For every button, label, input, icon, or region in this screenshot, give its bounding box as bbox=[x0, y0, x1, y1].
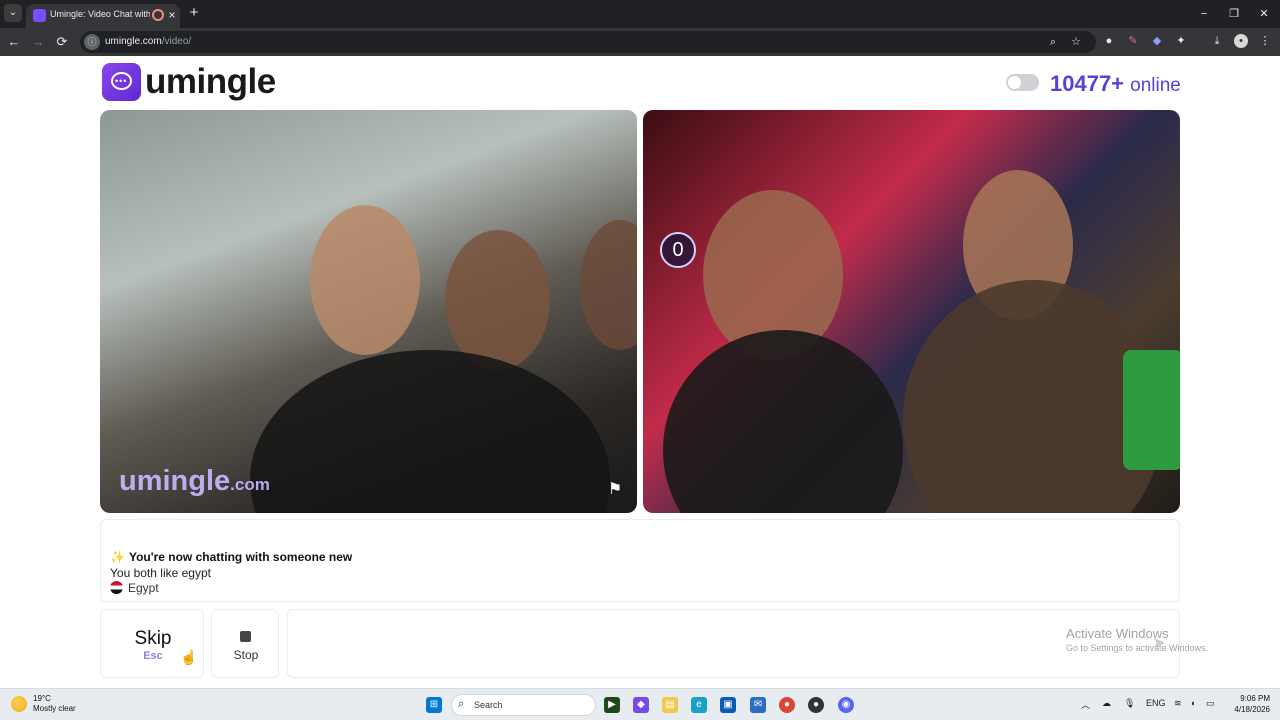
close-window-button[interactable]: ✕ bbox=[1256, 6, 1272, 22]
logo-text: umingle bbox=[145, 62, 276, 101]
extension-pen-icon[interactable]: ✎ bbox=[1126, 34, 1140, 48]
tab-search-icon[interactable]: ⌄ bbox=[4, 4, 22, 22]
extensions-puzzle-icon[interactable]: ✦ bbox=[1174, 34, 1188, 48]
extension-record-icon[interactable]: ● bbox=[1102, 34, 1116, 48]
taskbar-search[interactable]: ⌕ Search bbox=[451, 694, 596, 716]
recording-indicator-icon bbox=[152, 9, 164, 21]
self-video: 0 bbox=[643, 110, 1180, 513]
skip-button[interactable]: Skip Esc bbox=[100, 609, 204, 678]
new-tab-button[interactable]: + bbox=[186, 5, 202, 21]
online-count: 10477+ bbox=[1050, 71, 1125, 96]
toggle-knob bbox=[1008, 76, 1021, 89]
skip-label: Skip bbox=[134, 628, 172, 649]
umingle-watermark: umingle.com bbox=[119, 465, 270, 497]
snack-bag bbox=[1123, 350, 1180, 470]
start-icon[interactable]: ⊞ bbox=[426, 697, 442, 713]
person-body bbox=[250, 350, 610, 513]
site-info-icon[interactable]: ⓘ bbox=[84, 34, 100, 50]
bookmark-star-icon[interactable]: ☆ bbox=[1069, 35, 1083, 49]
person-face bbox=[445, 230, 550, 370]
stop-label: Stop bbox=[233, 648, 259, 662]
sparkle-icon: ✨ bbox=[110, 550, 125, 564]
profile-avatar[interactable]: • bbox=[1234, 34, 1248, 48]
address-bar[interactable]: ⓘ umingle.com/video/ ⌕ ☆ bbox=[80, 31, 1096, 53]
discord-icon[interactable]: ◉ bbox=[838, 697, 854, 713]
reload-button[interactable]: ⟳ bbox=[54, 34, 70, 50]
person-face bbox=[580, 220, 637, 350]
forward-button[interactable]: → bbox=[30, 34, 46, 50]
weather-widget[interactable]: 19°C Mostly clear bbox=[33, 694, 76, 714]
stream-counter-badge: 0 bbox=[660, 232, 696, 268]
stop-button[interactable]: Stop bbox=[211, 609, 279, 678]
system-clock[interactable]: 9:06 PM 4/18/2026 bbox=[1226, 693, 1270, 715]
browser-menu-icon[interactable]: ⋮ bbox=[1258, 34, 1272, 48]
tab-close-icon[interactable]: × bbox=[166, 7, 178, 23]
partner-country: Egypt bbox=[110, 581, 159, 595]
browser-tab-umingle[interactable]: Umingle: Video Chat with S × bbox=[26, 4, 180, 28]
umingle-page: ••• umingle 10477+ online umingle.com ⚑ … bbox=[0, 57, 1280, 688]
chat-bubble-logo-icon: ••• bbox=[102, 63, 141, 101]
onedrive-icon[interactable]: ☁ bbox=[1102, 698, 1111, 709]
browser-tab-bar: ⌄ Umingle: Video Chat with S × + − ❐ ✕ bbox=[0, 0, 1280, 28]
online-counter: 10477+ online bbox=[1050, 71, 1181, 97]
chrome-icon[interactable]: ● bbox=[779, 697, 795, 713]
downloads-icon[interactable]: ⤓ bbox=[1210, 34, 1224, 48]
maximize-button[interactable]: ❐ bbox=[1226, 6, 1242, 22]
egypt-flag-icon bbox=[110, 581, 123, 594]
stranger-video: umingle.com ⚑ bbox=[100, 110, 637, 513]
theme-toggle[interactable] bbox=[1006, 74, 1039, 91]
system-message-common-interest: You both like egypt bbox=[110, 566, 211, 580]
umingle-favicon-icon bbox=[33, 9, 46, 22]
app-icon[interactable]: ✉ bbox=[750, 697, 766, 713]
chat-messages: ✨ You're now chatting with someone new Yo… bbox=[100, 519, 1180, 602]
app-icon[interactable]: ◆ bbox=[633, 697, 649, 713]
language-indicator[interactable]: ENG bbox=[1146, 698, 1166, 708]
system-message-new-chat: ✨ You're now chatting with someone new bbox=[110, 550, 353, 564]
browser-toolbar: ← → ⟳ ⓘ umingle.com/video/ ⌕ ☆ ● ✎ ◆ ✦ ⤓… bbox=[0, 28, 1280, 56]
stop-icon bbox=[240, 631, 251, 642]
extension-shield-icon[interactable]: ◆ bbox=[1150, 34, 1164, 48]
search-icon: ⌕ bbox=[458, 698, 465, 710]
app-icon[interactable]: ▶ bbox=[604, 697, 620, 713]
activate-windows-watermark: Activate Windows Go to Settings to activ… bbox=[1066, 626, 1209, 653]
person-face bbox=[310, 205, 420, 355]
store-icon[interactable]: ▣ bbox=[720, 697, 736, 713]
minimize-button[interactable]: − bbox=[1196, 6, 1212, 22]
online-label: online bbox=[1130, 75, 1181, 96]
edge-icon[interactable]: e bbox=[691, 697, 707, 713]
weather-icon[interactable] bbox=[11, 696, 27, 712]
report-flag-icon[interactable]: ⚑ bbox=[606, 481, 624, 499]
message-input[interactable]: ➤ bbox=[287, 609, 1180, 678]
wifi-icon[interactable]: ≋ bbox=[1174, 698, 1182, 709]
tab-title: Umingle: Video Chat with S bbox=[50, 9, 150, 19]
battery-icon[interactable]: ▭ bbox=[1206, 698, 1215, 709]
show-hidden-icons[interactable]: ︿ bbox=[1081, 698, 1090, 711]
person-body bbox=[663, 330, 903, 513]
app-icon[interactable]: ● bbox=[808, 697, 824, 713]
mouse-pointer-icon: ☝ bbox=[180, 649, 198, 665]
back-button[interactable]: ← bbox=[6, 34, 22, 50]
zoom-icon[interactable]: ⌕ bbox=[1046, 35, 1060, 49]
url-text: umingle.com/video/ bbox=[105, 36, 192, 47]
microphone-icon[interactable]: 🎙 bbox=[1124, 698, 1135, 709]
windows-taskbar: 19°C Mostly clear ⊞ ⌕ Search ▶ ◆ ▤ e ▣ ✉… bbox=[0, 688, 1280, 720]
file-explorer-icon[interactable]: ▤ bbox=[662, 697, 678, 713]
volume-icon[interactable]: ◖ bbox=[1190, 698, 1195, 708]
